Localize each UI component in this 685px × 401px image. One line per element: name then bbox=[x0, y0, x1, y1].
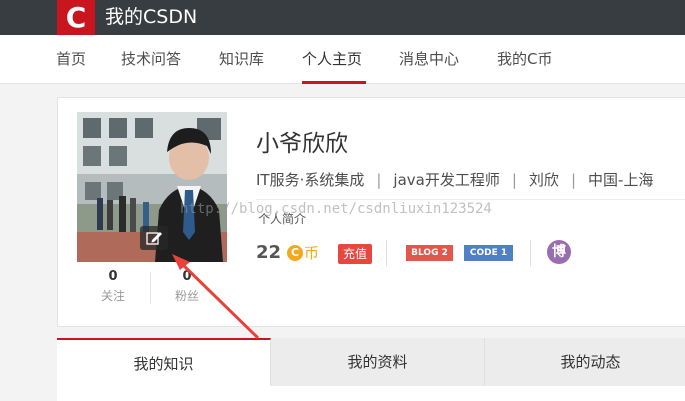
nav-active-indicator bbox=[302, 81, 366, 84]
nav-item-coins[interactable]: 我的C币 bbox=[497, 35, 552, 84]
tab-my-activity[interactable]: 我的动态 bbox=[485, 338, 685, 386]
follow-label: 关注 bbox=[100, 289, 125, 303]
recharge-button[interactable]: 充值 bbox=[338, 244, 372, 264]
blog-badge[interactable]: BLOG 2 bbox=[406, 245, 453, 261]
badge-divider bbox=[530, 240, 531, 266]
coin-unit: 币 bbox=[304, 244, 320, 262]
real-name: 刘欣 bbox=[528, 171, 559, 189]
badge-divider bbox=[386, 240, 387, 266]
meta-separator: | bbox=[376, 171, 382, 189]
profile-meta: IT服务·系统集成 | java开发工程师 | 刘欣 | 中国-上海 bbox=[256, 168, 653, 192]
nav-item-qa[interactable]: 技术问答 bbox=[121, 35, 181, 84]
job-title: java开发工程师 bbox=[393, 171, 500, 189]
brand-title[interactable]: 我的CSDN bbox=[105, 0, 197, 35]
coin-amount: 22 bbox=[256, 242, 282, 263]
top-bar: C 我的CSDN bbox=[0, 0, 685, 35]
stat-follow[interactable]: 0 关注 bbox=[77, 268, 149, 306]
stat-fans[interactable]: 0 粉丝 bbox=[151, 268, 223, 306]
nav-item-home[interactable]: 首页 bbox=[56, 35, 86, 84]
username: 小爷欣欣 bbox=[256, 131, 348, 157]
tab-my-profile[interactable]: 我的资料 bbox=[271, 338, 485, 386]
meta-separator: | bbox=[570, 171, 576, 189]
nav-item-profile[interactable]: 个人主页 bbox=[302, 35, 362, 84]
main-nav: 首页 技术问答 知识库 个人主页 消息中心 我的C币 bbox=[0, 35, 685, 84]
location: 中国-上海 bbox=[588, 171, 654, 189]
csdn-logo-letter: C bbox=[65, 1, 87, 34]
meta-divider bbox=[256, 199, 685, 200]
fans-label: 粉丝 bbox=[174, 289, 199, 303]
follow-count: 0 bbox=[108, 269, 118, 284]
industry: IT服务·系统集成 bbox=[256, 171, 365, 189]
meta-separator: | bbox=[511, 171, 517, 189]
fans-count: 0 bbox=[182, 269, 192, 284]
profile-tabs: 我的知识 我的资料 我的动态 bbox=[57, 338, 685, 401]
csdn-logo[interactable]: C bbox=[57, 0, 95, 35]
profile-stats: 0 关注 0 粉丝 bbox=[77, 268, 227, 308]
tab-content-area bbox=[57, 386, 685, 401]
edit-avatar-button[interactable] bbox=[140, 226, 168, 250]
edit-icon bbox=[146, 232, 162, 245]
blog-medal-icon[interactable]: 博 bbox=[547, 240, 571, 264]
tab-my-knowledge[interactable]: 我的知识 bbox=[57, 338, 271, 386]
nav-item-messages[interactable]: 消息中心 bbox=[399, 35, 459, 84]
nav-item-knowledge[interactable]: 知识库 bbox=[219, 35, 264, 84]
watermark: http://blog.csdn.net/csdnliuxin123524 bbox=[180, 201, 492, 217]
coin-icon: C bbox=[287, 245, 303, 261]
code-badge[interactable]: CODE 1 bbox=[464, 245, 513, 261]
